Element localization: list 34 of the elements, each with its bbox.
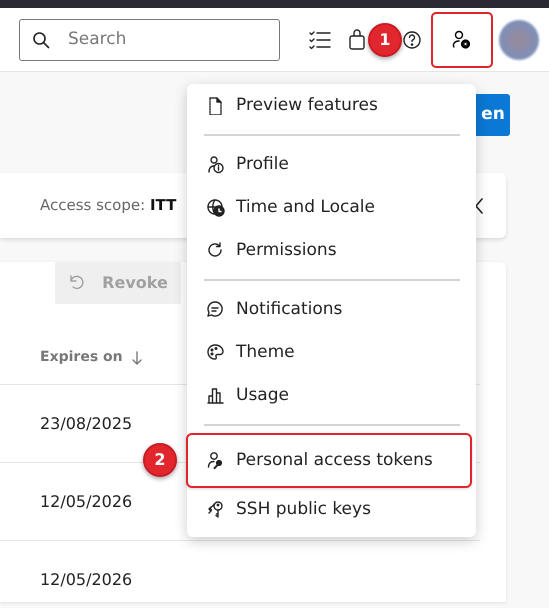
avatar[interactable] bbox=[499, 20, 539, 60]
menu-item[interactable]: Personal access tokens bbox=[186, 433, 472, 488]
menu-item[interactable]: Time and Locale bbox=[186, 186, 472, 229]
search-bar[interactable]: Search bbox=[19, 18, 280, 60]
chevron-left-icon[interactable] bbox=[474, 198, 484, 214]
chat-icon bbox=[206, 300, 225, 319]
menu-item[interactable]: Preview features bbox=[186, 84, 472, 127]
menu-item[interactable]: Profile bbox=[186, 143, 472, 186]
palette-icon bbox=[206, 343, 225, 362]
globe-clock-icon bbox=[206, 198, 225, 217]
help-icon[interactable] bbox=[402, 30, 422, 50]
settings-button[interactable] bbox=[431, 12, 493, 68]
expiry-date: 23/08/2025 bbox=[40, 412, 132, 434]
person-key-icon bbox=[206, 451, 225, 470]
shopping-bag-icon[interactable] bbox=[348, 28, 366, 50]
expiry-date: 12/05/2026 bbox=[40, 568, 132, 590]
column-header[interactable]: Expires on bbox=[40, 347, 143, 368]
bar-chart-icon bbox=[206, 386, 225, 405]
menu-item[interactable]: Permissions bbox=[186, 229, 472, 272]
menu-item[interactable]: Notifications bbox=[186, 288, 472, 331]
menu-item[interactable]: SSH public keys bbox=[186, 488, 472, 531]
search-icon bbox=[32, 30, 50, 48]
key-icon bbox=[206, 500, 225, 519]
menu-item[interactable]: Theme bbox=[186, 331, 472, 374]
person-gear-icon bbox=[451, 28, 473, 50]
access-scope-text: Access scope: ITT bbox=[40, 195, 176, 216]
checklist-icon[interactable] bbox=[308, 28, 332, 50]
menu-item[interactable]: Usage bbox=[186, 374, 472, 417]
undo-icon bbox=[68, 274, 86, 292]
person-info-icon bbox=[206, 155, 225, 174]
expiry-date: 12/05/2026 bbox=[40, 490, 132, 512]
search-input[interactable]: Search bbox=[66, 26, 266, 54]
new-token-button[interactable]: en bbox=[476, 94, 510, 136]
sort-arrow-icon bbox=[130, 350, 143, 364]
